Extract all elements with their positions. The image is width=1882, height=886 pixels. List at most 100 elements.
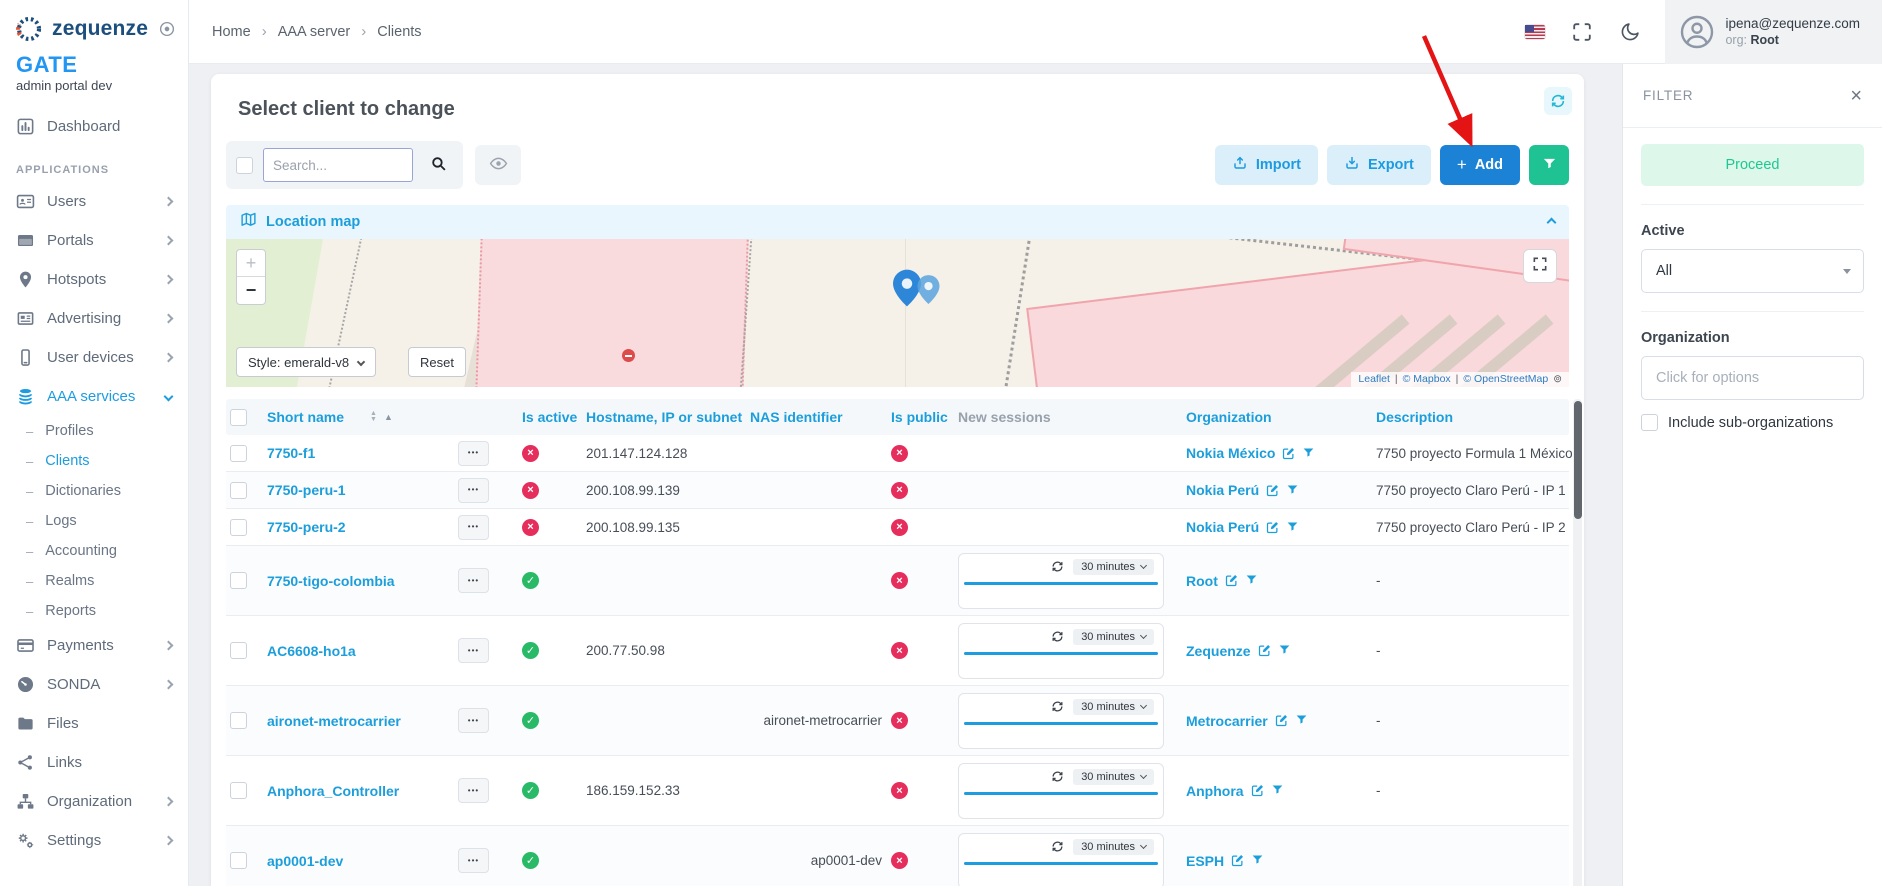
row-actions-button[interactable]: ••• [458, 478, 489, 503]
visibility-button[interactable] [475, 145, 521, 185]
sidebar-item-payments[interactable]: Payments [0, 626, 188, 665]
refresh-icon[interactable] [1051, 840, 1064, 853]
client-name-link[interactable]: 7750-tigo-colombia [267, 573, 395, 589]
sidebar-subitem-accounting[interactable]: –Accounting [0, 536, 188, 566]
include-sub-orgs-checkbox[interactable] [1641, 414, 1658, 431]
fullscreen-icon[interactable] [1571, 21, 1593, 43]
row-actions-button[interactable]: ••• [458, 708, 489, 733]
row-checkbox[interactable] [230, 782, 247, 799]
organization-link[interactable]: Anphora [1186, 783, 1244, 799]
col-is-active[interactable]: Is active [522, 409, 577, 425]
organization-link[interactable]: Nokia México [1186, 445, 1275, 461]
sidebar-collapse-icon[interactable] [158, 20, 176, 38]
mapbox-link[interactable]: © Mapbox [1403, 373, 1451, 385]
breadcrumb-aaa-server[interactable]: AAA server [278, 24, 351, 40]
client-name-link[interactable]: Anphora_Controller [267, 783, 399, 799]
sidebar-item-organization[interactable]: Organization [0, 782, 188, 821]
sidebar-subitem-realms[interactable]: –Realms [0, 566, 188, 596]
organization-link[interactable]: Nokia Perú [1186, 482, 1259, 498]
osm-link[interactable]: © OpenStreetMap [1463, 373, 1548, 385]
org-filter-funnel-icon[interactable] [1286, 483, 1301, 498]
sidebar-item-sonda[interactable]: SONDA [0, 665, 188, 704]
row-actions-button[interactable]: ••• [458, 848, 489, 873]
sort-icon[interactable]: ▲▼ ▲ [370, 411, 393, 423]
row-checkbox[interactable] [230, 482, 247, 499]
client-name-link[interactable]: aironet-metrocarrier [267, 713, 401, 729]
map-fullscreen-button[interactable] [1523, 249, 1557, 283]
close-icon[interactable]: × [1850, 86, 1862, 106]
refresh-icon[interactable] [1051, 700, 1064, 713]
organization-link[interactable]: Zequenze [1186, 643, 1251, 659]
row-actions-button[interactable]: ••• [458, 441, 489, 466]
session-interval-select[interactable]: 30 minutes [1073, 629, 1154, 645]
sidebar-item-users[interactable]: Users [0, 182, 188, 221]
sidebar-item-dashboard[interactable]: Dashboard [0, 107, 188, 146]
refresh-list-icon[interactable] [1544, 87, 1572, 115]
row-actions-button[interactable]: ••• [458, 638, 489, 663]
sidebar-subitem-logs[interactable]: –Logs [0, 506, 188, 536]
select-all-checkbox[interactable] [236, 157, 253, 174]
edit-icon[interactable] [1281, 446, 1296, 461]
breadcrumb-home[interactable]: Home [212, 24, 251, 40]
row-checkbox[interactable] [230, 519, 247, 536]
organization-filter-input[interactable] [1641, 356, 1864, 400]
map-reset-button[interactable]: Reset [408, 347, 466, 377]
edit-icon[interactable] [1230, 853, 1245, 868]
org-filter-funnel-icon[interactable] [1295, 713, 1310, 728]
session-interval-select[interactable]: 30 minutes [1073, 839, 1154, 855]
sidebar-item-devices[interactable]: User devices [0, 338, 188, 377]
client-name-link[interactable]: AC6608-ho1a [267, 643, 356, 659]
row-checkbox[interactable] [230, 712, 247, 729]
row-actions-button[interactable]: ••• [458, 778, 489, 803]
edit-icon[interactable] [1257, 643, 1272, 658]
col-hostname[interactable]: Hostname, IP or subnet [586, 409, 742, 425]
leaflet-link[interactable]: Leaflet [1358, 373, 1390, 385]
col-is-public[interactable]: Is public [891, 409, 948, 425]
organization-link[interactable]: ESPH [1186, 853, 1224, 869]
sidebar-item-advertising[interactable]: Advertising [0, 299, 188, 338]
sidebar-item-settings[interactable]: Settings [0, 821, 188, 860]
client-name-link[interactable]: 7750-f1 [267, 445, 315, 461]
org-filter-funnel-icon[interactable] [1302, 446, 1317, 461]
location-map[interactable]: + − Style: emerald-v8 Reset Leaflet | © … [226, 239, 1569, 387]
refresh-icon[interactable] [1051, 560, 1064, 573]
zoom-out-button[interactable]: − [237, 277, 265, 304]
client-name-link[interactable]: 7750-peru-2 [267, 519, 346, 535]
session-interval-select[interactable]: 30 minutes [1073, 769, 1154, 785]
sidebar-item-files[interactable]: Files [0, 704, 188, 743]
organization-link[interactable]: Root [1186, 573, 1218, 589]
sidebar-subitem-reports[interactable]: –Reports [0, 596, 188, 626]
zoom-in-button[interactable]: + [237, 250, 265, 277]
proceed-button[interactable]: Proceed [1641, 144, 1864, 186]
org-filter-funnel-icon[interactable] [1271, 783, 1286, 798]
active-filter-select[interactable]: All [1641, 249, 1864, 293]
row-actions-button[interactable]: ••• [458, 568, 489, 593]
col-nas-identifier[interactable]: NAS identifier [750, 409, 843, 425]
session-interval-select[interactable]: 30 minutes [1073, 699, 1154, 715]
export-button[interactable]: Export [1327, 145, 1431, 185]
edit-icon[interactable] [1274, 713, 1289, 728]
collapse-map-icon[interactable] [1547, 217, 1557, 227]
row-checkbox[interactable] [230, 572, 247, 589]
location-map-header[interactable]: Location map [226, 205, 1569, 239]
sidebar-item-portals[interactable]: Portals [0, 221, 188, 260]
session-interval-select[interactable]: 30 minutes [1073, 559, 1154, 575]
client-name-link[interactable]: 7750-peru-1 [267, 482, 346, 498]
col-short-name[interactable]: Short name [267, 409, 344, 425]
scrollbar-thumb[interactable] [1574, 401, 1582, 519]
edit-icon[interactable] [1265, 483, 1280, 498]
row-checkbox[interactable] [230, 642, 247, 659]
header-checkbox[interactable] [230, 409, 247, 426]
add-button[interactable]: + Add [1440, 145, 1520, 185]
edit-icon[interactable] [1224, 573, 1239, 588]
search-button[interactable] [423, 150, 453, 180]
edit-icon[interactable] [1250, 783, 1265, 798]
map-style-select[interactable]: Style: emerald-v8 [236, 347, 376, 377]
sidebar-subitem-clients[interactable]: –Clients [0, 446, 188, 476]
org-filter-funnel-icon[interactable] [1251, 853, 1266, 868]
col-description[interactable]: Description [1376, 409, 1453, 425]
row-checkbox[interactable] [230, 445, 247, 462]
sidebar-subitem-dictionaries[interactable]: –Dictionaries [0, 476, 188, 506]
dark-mode-moon-icon[interactable] [1619, 21, 1641, 43]
refresh-icon[interactable] [1051, 770, 1064, 783]
